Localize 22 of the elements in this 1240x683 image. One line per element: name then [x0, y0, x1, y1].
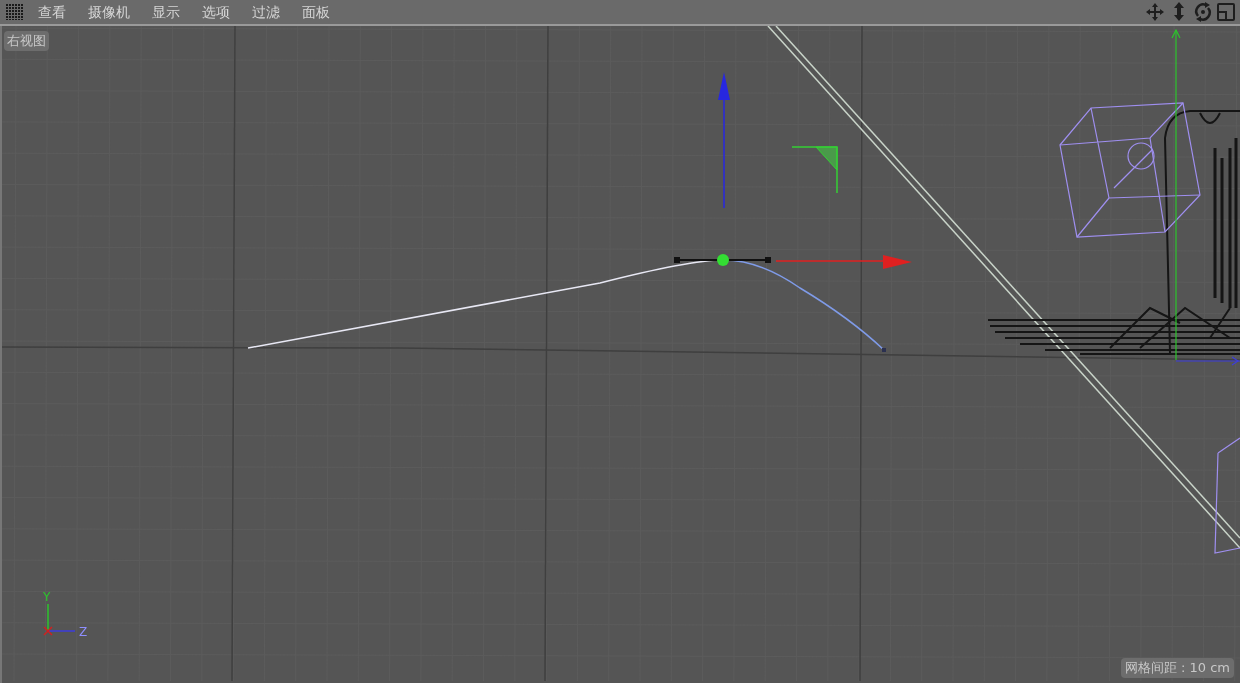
grip-icon[interactable]: [6, 4, 24, 20]
horizontal-arrow-handle[interactable]: [775, 255, 912, 269]
spline-point-handle[interactable]: [717, 254, 729, 266]
menu-item[interactable]: 面板: [302, 1, 330, 23]
vertical-arrow-handle[interactable]: [718, 72, 730, 209]
menu-item[interactable]: 选项: [202, 1, 230, 23]
menu-item[interactable]: 过滤: [252, 1, 280, 23]
menu-item[interactable]: 查看: [38, 1, 66, 23]
rotate-icon[interactable]: [1192, 1, 1214, 23]
y-axis-label: Y: [43, 590, 51, 604]
z-axis-line: [1175, 356, 1240, 366]
view-label: 右视图: [4, 31, 49, 51]
menu-item[interactable]: 显示: [152, 1, 180, 23]
plane-handle[interactable]: [791, 146, 838, 194]
grid-spacing-label: 网格间距 : 10 cm: [1120, 658, 1234, 678]
menu-item[interactable]: 摄像机: [88, 1, 130, 23]
spline-end-point: [882, 348, 886, 352]
tangent-handle[interactable]: [674, 257, 771, 263]
z-axis-label: Z: [79, 625, 88, 639]
layout-icon[interactable]: [1216, 2, 1236, 22]
move-icon[interactable]: [1144, 1, 1166, 23]
axis-gizmo-drawing: [43, 603, 76, 636]
